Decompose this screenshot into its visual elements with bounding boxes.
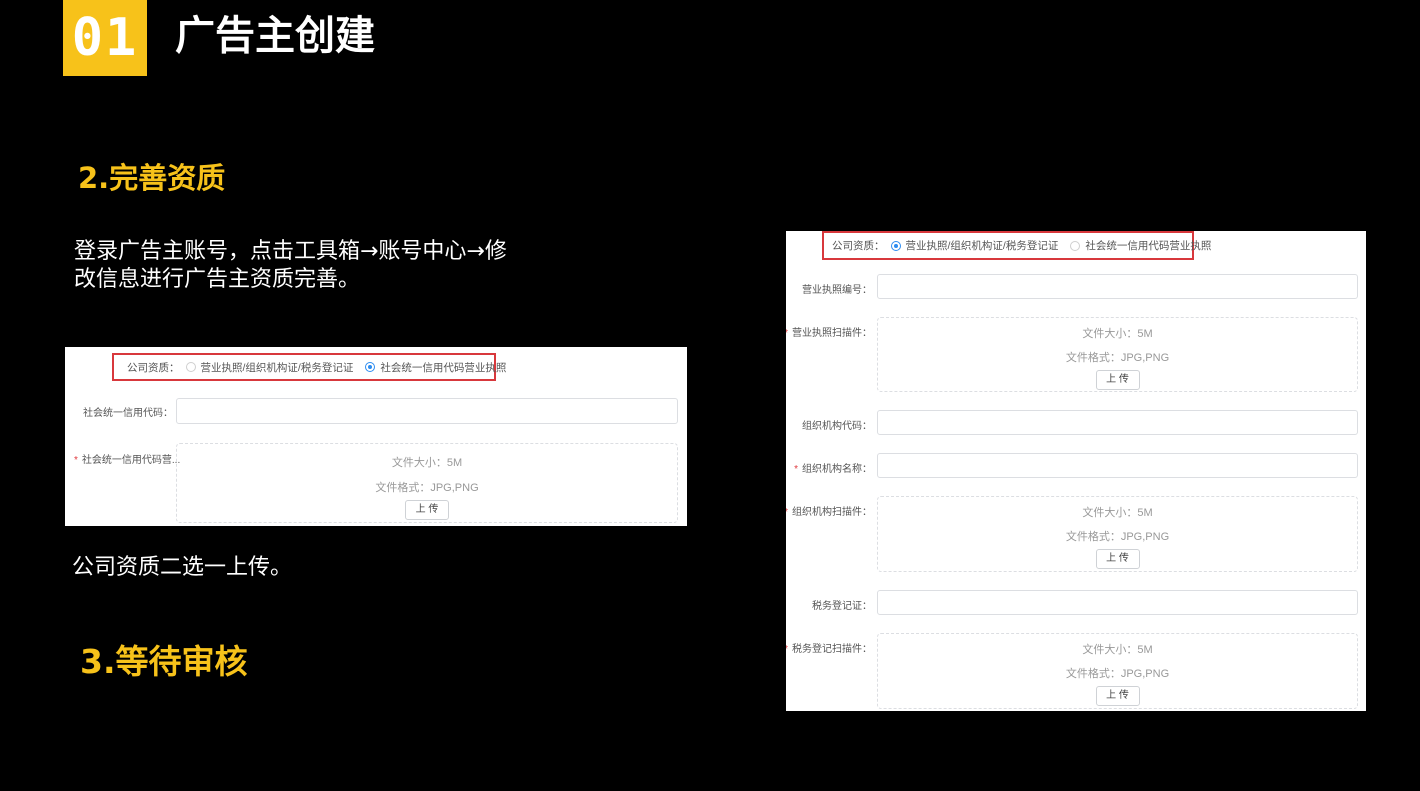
section-number-badge: 01 (63, 0, 147, 76)
credit-scan-upload-zone[interactable]: 文件大小：5M 文件格式：JPG,PNG 上 传 (176, 443, 678, 523)
radio-option-license-set[interactable]: 营业执照/组织机构证/税务登记证 (185, 360, 353, 375)
tax-cert-label: 税务登记证： (812, 601, 872, 612)
file-size-hint: 文件大小：5M (1082, 328, 1153, 340)
qualification-selector: 公司资质： 营业执照/组织机构证/税务登记证 社会统一信用代码营业执照 (112, 353, 506, 381)
org-name-input[interactable] (877, 453, 1358, 478)
right-qualification-form: 公司资质： 营业执照/组织机构证/税务登记证 社会统一信用代码营业执照 营业执照… (786, 231, 1366, 711)
step2-note: 公司资质二选一上传。 (72, 555, 293, 580)
step2-description: 登录广告主账号，点击工具箱→账号中心→修改信息进行广告主资质完善。 (74, 239, 507, 292)
file-format-hint: 文件格式：JPG,PNG (1065, 668, 1170, 680)
step3-title: 3.等待审核 (80, 642, 248, 681)
tax-scan-upload-zone[interactable]: 文件大小：5M 文件格式：JPG,PNG 上 传 (877, 633, 1358, 709)
license-no-input[interactable] (877, 274, 1358, 299)
radio-checked-icon[interactable] (365, 362, 376, 372)
tax-cert-input[interactable] (877, 590, 1358, 615)
credit-code-input[interactable] (176, 398, 678, 424)
file-size-hint: 文件大小：5M (1082, 507, 1153, 519)
org-scan-label: *组织机构扫描件： (786, 507, 872, 518)
qualification-selector: 公司资质： 营业执照/组织机构证/税务登记证 社会统一信用代码营业执照 (822, 231, 1211, 260)
left-qualification-form: 公司资质： 营业执照/组织机构证/税务登记证 社会统一信用代码营业执照 社会统一… (65, 347, 687, 526)
upload-button[interactable]: 上 传 (1095, 370, 1140, 390)
file-format-hint: 文件格式：JPG,PNG (1065, 531, 1170, 543)
org-code-input[interactable] (877, 410, 1358, 435)
step2-title: 2.完善资质 (78, 161, 226, 195)
upload-button[interactable]: 上 传 (1095, 549, 1140, 569)
page-title: 广告主创建 (175, 13, 375, 59)
file-format-hint: 文件格式：JPG,PNG (375, 482, 479, 494)
license-scan-upload-zone[interactable]: 文件大小：5M 文件格式：JPG,PNG 上 传 (877, 317, 1358, 392)
radio-option-credit-code[interactable]: 社会统一信用代码营业执照 (1070, 238, 1211, 253)
radio-icon[interactable] (185, 362, 196, 372)
qualification-label: 公司资质： (832, 240, 885, 252)
radio-option-license-set[interactable]: 营业执照/组织机构证/税务登记证 (890, 238, 1058, 253)
upload-button[interactable]: 上 传 (1095, 686, 1140, 706)
org-name-label: * 组织机构名称： (794, 464, 872, 475)
radio-checked-icon[interactable] (890, 240, 901, 251)
file-size-hint: 文件大小：5M (391, 457, 463, 469)
credit-scan-label: * 社会统一信用代码营... (74, 455, 181, 466)
file-size-hint: 文件大小：5M (1082, 644, 1153, 656)
credit-code-label: 社会统一信用代码： (83, 408, 173, 419)
license-no-label: 营业执照编号： (802, 285, 872, 296)
radio-icon[interactable] (1070, 240, 1081, 251)
license-scan-label: *营业执照扫描件： (786, 328, 872, 339)
upload-button[interactable]: 上 传 (405, 500, 449, 520)
file-format-hint: 文件格式：JPG,PNG (1065, 352, 1170, 364)
org-code-label: 组织机构代码： (802, 421, 872, 432)
radio-option-credit-code[interactable]: 社会统一信用代码营业执照 (365, 360, 506, 375)
tax-scan-label: *税务登记扫描件： (786, 644, 872, 655)
org-scan-upload-zone[interactable]: 文件大小：5M 文件格式：JPG,PNG 上 传 (877, 496, 1358, 572)
qualification-label: 公司资质： (127, 361, 180, 374)
